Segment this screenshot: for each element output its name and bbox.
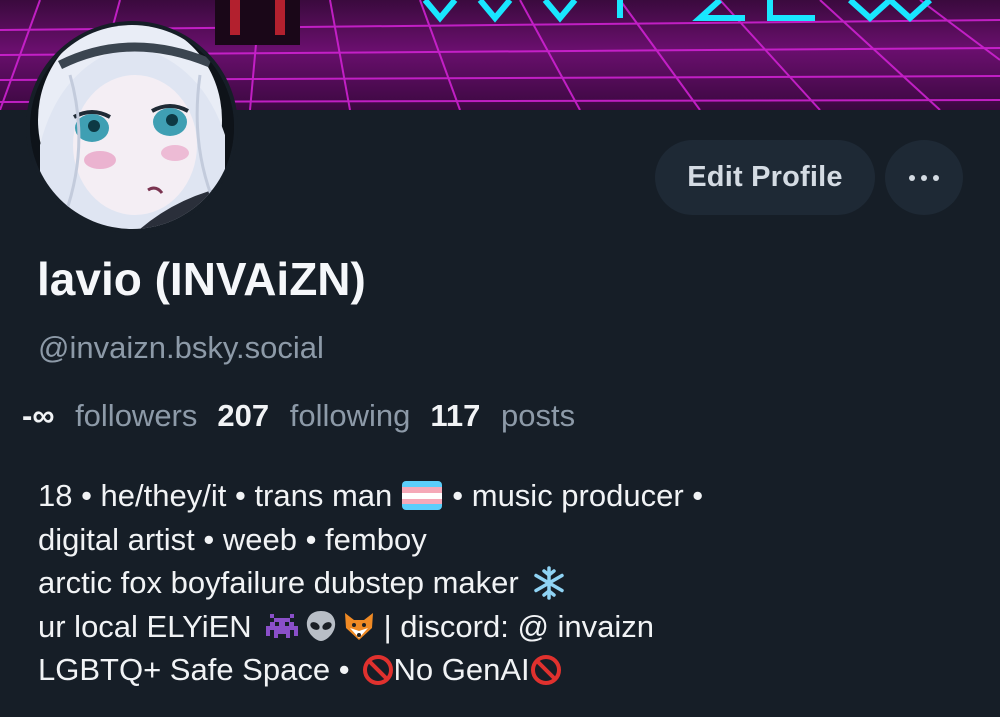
bio-text: | discord: @ invaizn [383,608,655,644]
bio-text: No GenAI [393,652,530,687]
posts-count: 117 [430,398,481,433]
bio-line: ur local ELYiEN | discord: @ invaizn [38,605,988,649]
avatar-image [30,25,234,229]
bio-line: 18 • he/they/it • trans man • music prod… [38,474,988,518]
bio-text: arctic fox boyfailure dubstep maker [38,565,519,600]
fox-emoji [344,613,373,641]
bio-line: LGBTQ+ Safe Space • No GenAI [38,648,988,692]
alien-monster-emoji [265,614,298,639]
following-count: 207 [217,398,270,433]
bio-line: digital artist • weeb • femboy [38,518,988,562]
handle[interactable]: @invaizn.bsky.social [38,330,324,366]
bio-line: arctic fox boyfailure dubstep maker [38,561,988,605]
display-name: lavio (INVAiZN) [37,253,366,305]
trans-flag-emoji [402,481,443,511]
snowflake-emoji [533,566,564,600]
posts-label: posts [501,398,576,433]
prohibited-emoji [530,654,561,685]
bio-text: 18 • he/they/it • trans man [38,478,393,513]
posts-stat: 117 posts [430,398,575,434]
prohibited-emoji [362,654,393,685]
followers-stat[interactable]: -∞ followers [22,398,197,434]
more-options-button[interactable] [885,140,963,215]
alien-emoji [306,611,335,642]
profile-bio: 18 • he/they/it • trans man • music prod… [38,474,988,692]
bio-text: LGBTQ+ Safe Space • [38,652,350,687]
following-label: following [289,398,411,433]
followers-count: -∞ [22,398,55,433]
ellipsis-icon [909,174,939,181]
following-stat[interactable]: 207 following [217,398,410,434]
bio-text: ur local ELYiEN [38,608,252,644]
bio-text: • music producer • [452,478,704,513]
followers-label: followers [75,398,198,433]
edit-profile-button[interactable]: Edit Profile [655,140,875,215]
bio-text: digital artist • weeb • femboy [38,521,427,557]
profile-stats: -∞ followers 207 following 117 posts [22,398,575,434]
avatar[interactable] [26,21,238,233]
